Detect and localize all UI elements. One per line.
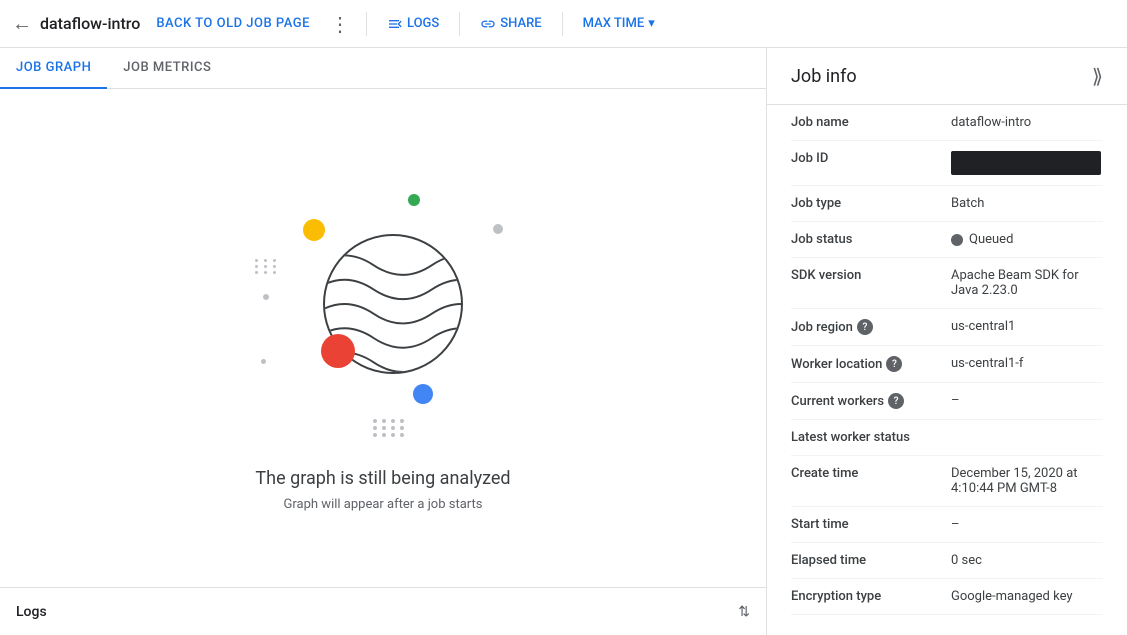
info-value: Batch [951, 196, 1103, 211]
decorative-dot-2 [263, 294, 269, 300]
logs-expand-button[interactable]: ⇅ [738, 604, 750, 620]
info-label: Encryption type [791, 589, 951, 604]
job-info-row: Elapsed time0 sec [791, 543, 1103, 579]
info-label: Start time [791, 517, 951, 532]
info-label: Create time [791, 466, 951, 481]
status-dot [951, 234, 963, 246]
info-label: Job type [791, 196, 951, 211]
graph-illustration [253, 164, 513, 444]
help-icon[interactable]: ? [888, 393, 904, 409]
job-info-row: Latest worker status [791, 420, 1103, 456]
job-info-row: Job namedataflow-intro [791, 105, 1103, 141]
status-text: Queued [969, 232, 1013, 247]
job-title: dataflow-intro [40, 14, 140, 33]
left-panel: JOB GRAPH JOB METRICS [0, 48, 767, 635]
job-info-row: Job status Queued [791, 222, 1103, 258]
panel-close-icon[interactable]: ⟫ [1092, 64, 1103, 88]
share-label: SHARE [500, 16, 541, 31]
logs-icon [387, 16, 403, 32]
job-info-row: Job ID [791, 141, 1103, 186]
info-value [951, 151, 1103, 175]
tab-job-metrics[interactable]: JOB METRICS [107, 48, 227, 89]
job-info-row: Encryption typeGoogle-managed key [791, 579, 1103, 615]
info-label: Job name [791, 115, 951, 130]
graph-sub-text: Graph will appear after a job starts [284, 497, 483, 512]
help-icon[interactable]: ? [886, 356, 902, 372]
job-info-row: SDK versionApache Beam SDK for Java 2.23… [791, 258, 1103, 309]
job-info-row: Job region?us-central1 [791, 309, 1103, 346]
tabs: JOB GRAPH JOB METRICS [0, 48, 766, 89]
job-info-row: Worker location?us-central1-f [791, 346, 1103, 383]
decorative-dot-green [408, 194, 420, 206]
logs-bar[interactable]: Logs ⇅ [0, 587, 766, 635]
job-info-row: Current workers?– [791, 383, 1103, 420]
dots-pattern-left [255, 259, 279, 274]
graph-area: The graph is still being analyzed Graph … [0, 89, 766, 587]
resource-metrics-header: Resource metrics ⌃ [767, 615, 1127, 635]
right-panel: Job info ⟫ Job namedataflow-introJob IDJ… [767, 48, 1127, 635]
info-label: Job status [791, 232, 951, 247]
max-time-label: MAX TIME [583, 16, 645, 31]
max-time-button[interactable]: MAX TIME ▾ [575, 16, 663, 31]
divider [366, 12, 367, 36]
info-label: Worker location? [791, 356, 951, 372]
divider3 [562, 12, 563, 36]
tab-job-graph[interactable]: JOB GRAPH [0, 48, 107, 89]
info-value: us-central1 [951, 319, 1103, 334]
job-info-row: Job typeBatch [791, 186, 1103, 222]
top-bar-left: ← dataflow-intro BACK TO OLD JOB PAGE ⋮ … [12, 11, 1115, 36]
logs-button[interactable]: LOGS [379, 16, 447, 32]
status-badge: Queued [951, 232, 1103, 247]
info-label: Elapsed time [791, 553, 951, 568]
decorative-dot-red [321, 334, 355, 368]
decorative-dot-blue [413, 384, 433, 404]
info-value: Queued [951, 232, 1103, 247]
job-info-table: Job namedataflow-intro Job ID Job typeBatc… [767, 105, 1127, 615]
logs-label: Logs [16, 604, 47, 620]
more-options-button[interactable]: ⋮ [326, 12, 354, 36]
decorative-dot-1 [493, 224, 503, 234]
decorative-dot-3 [261, 359, 266, 364]
back-to-old-job-page-link[interactable]: BACK TO OLD JOB PAGE [148, 16, 318, 31]
info-label: Job ID [791, 151, 951, 166]
divider2 [459, 12, 460, 36]
info-label: Current workers? [791, 393, 951, 409]
info-label: Latest worker status [791, 430, 951, 445]
info-label: SDK version [791, 268, 951, 283]
info-value: Google-managed key [951, 589, 1103, 604]
info-value: – [951, 517, 1103, 532]
info-value: Apache Beam SDK for Java 2.23.0 [951, 268, 1103, 298]
decorative-dot-yellow [303, 219, 325, 241]
dots-pattern-bottom [373, 419, 406, 437]
top-bar: ← dataflow-intro BACK TO OLD JOB PAGE ⋮ … [0, 0, 1127, 48]
info-value: us-central1-f [951, 356, 1103, 371]
graph-analyzing-text: The graph is still being analyzed [255, 468, 510, 489]
share-icon [480, 16, 496, 32]
logs-label: LOGS [407, 16, 439, 31]
right-panel-title: Job info [791, 66, 857, 87]
help-icon[interactable]: ? [857, 319, 873, 335]
info-label: Job region? [791, 319, 951, 335]
resource-metrics-expand-icon[interactable]: ⌃ [1086, 631, 1103, 635]
chevron-down-icon: ▾ [648, 16, 655, 31]
info-value: December 15, 2020 at 4:10:44 PM GMT-8 [951, 466, 1103, 496]
info-value: dataflow-intro [951, 115, 1103, 130]
share-button[interactable]: SHARE [472, 16, 549, 32]
info-value: 0 sec [951, 553, 1103, 568]
job-info-row: Create timeDecember 15, 2020 at 4:10:44 … [791, 456, 1103, 507]
job-info-row: Start time– [791, 507, 1103, 543]
job-id-redacted [951, 151, 1101, 175]
right-panel-header: Job info ⟫ [767, 48, 1127, 105]
info-value: – [951, 393, 1103, 408]
back-icon[interactable]: ← [12, 11, 32, 36]
main-content: JOB GRAPH JOB METRICS [0, 48, 1127, 635]
